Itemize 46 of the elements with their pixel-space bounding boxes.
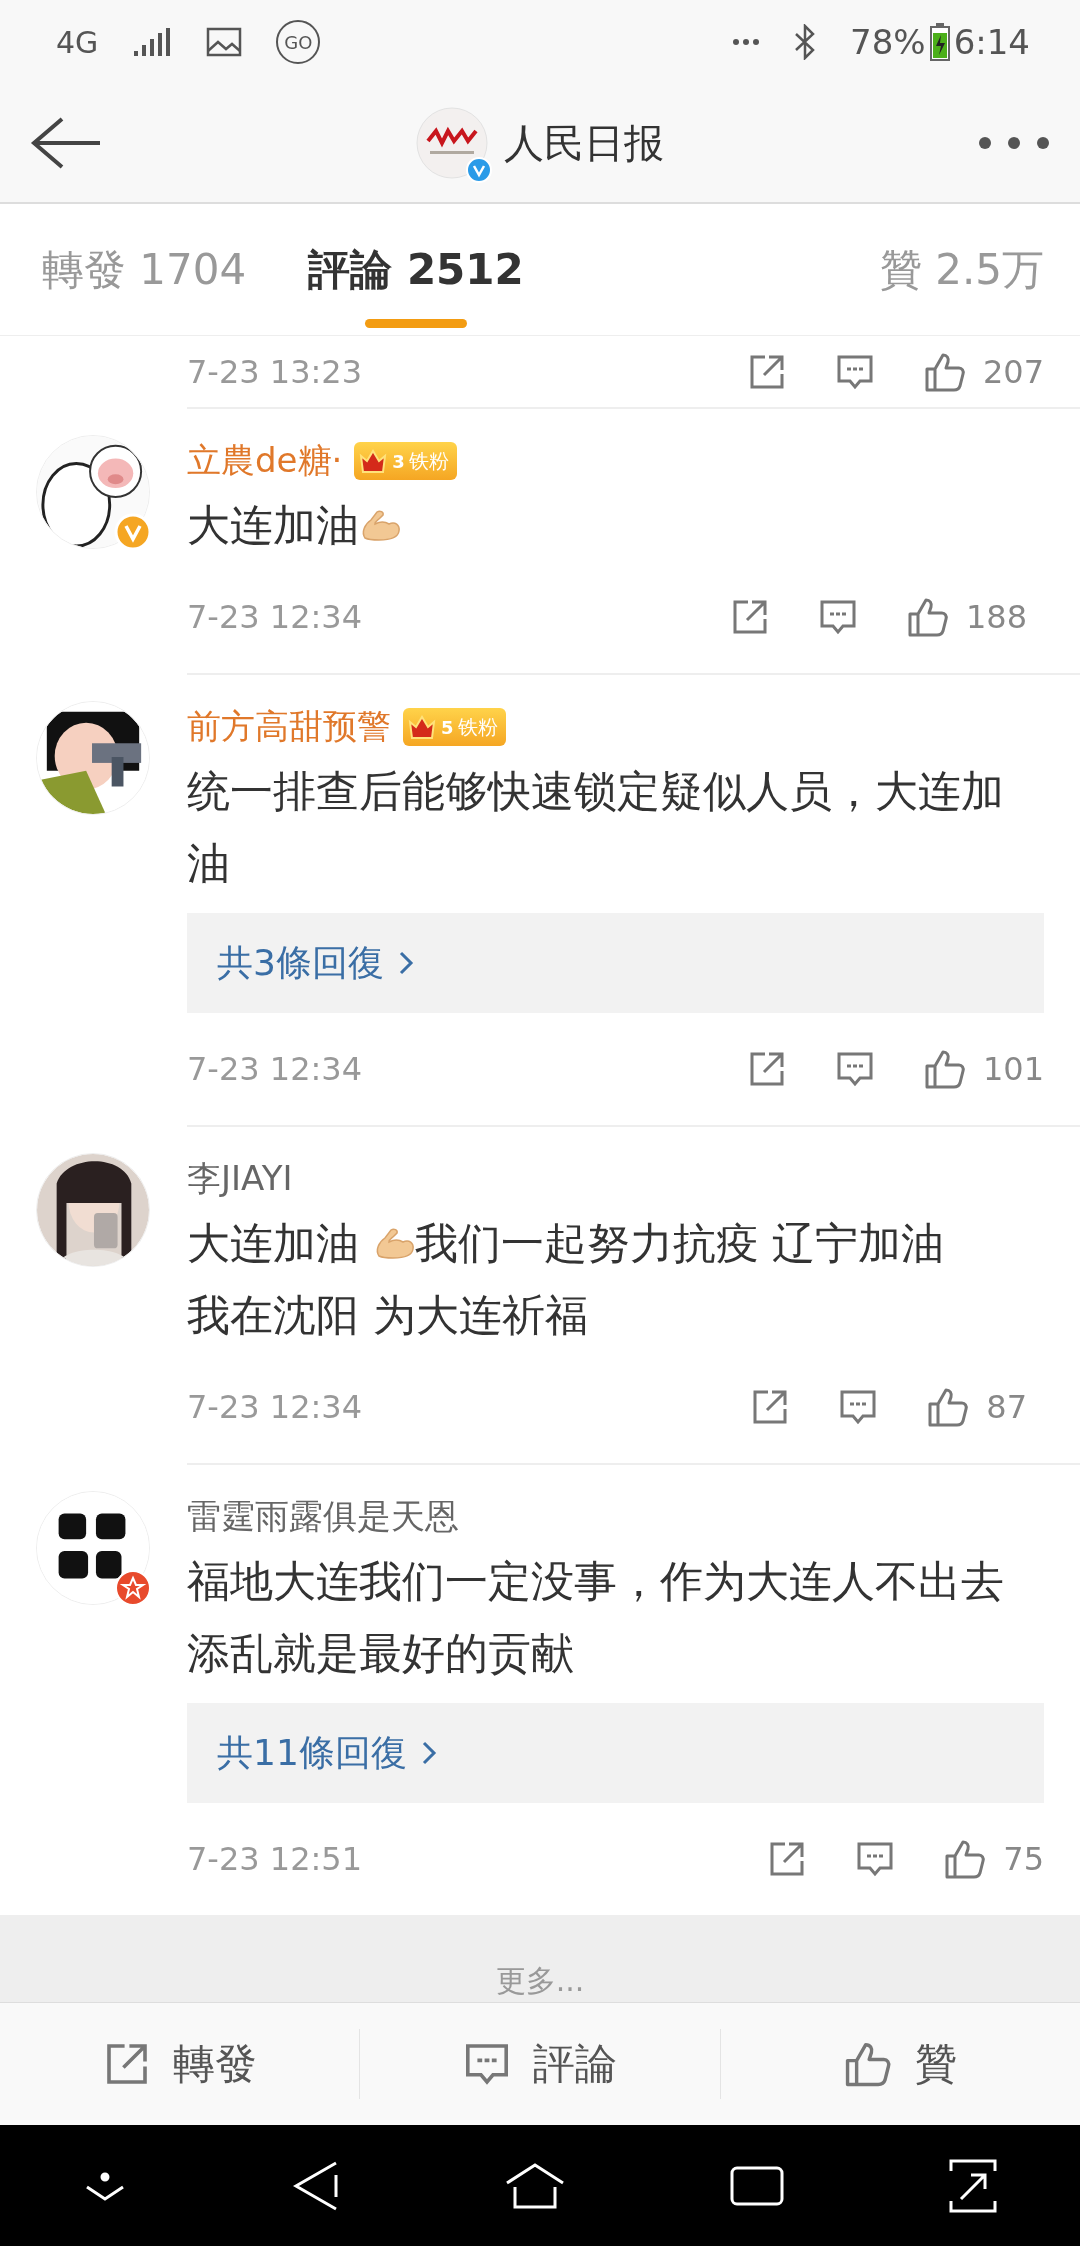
network-type: 4G bbox=[56, 24, 99, 60]
verified-badge-icon bbox=[466, 157, 492, 184]
account-title: 人民日报 bbox=[504, 118, 664, 168]
replies-link[interactable]: 共3條回復 bbox=[187, 913, 1044, 1014]
bluetooth-icon bbox=[794, 24, 817, 61]
more-options-icon[interactable] bbox=[978, 136, 1050, 151]
fan-label: 铁粉 bbox=[408, 447, 449, 475]
comment-text: 大连加油 我们一起努力抗疫 辽宁加油 我在沈阳 为大连祈福 bbox=[187, 1217, 946, 1343]
more-icon bbox=[732, 38, 761, 47]
fan-level: 5 bbox=[441, 716, 454, 738]
battery-percent: 78% bbox=[850, 22, 926, 63]
user-name[interactable]: 雷霆雨露俱是天恩 bbox=[187, 1494, 459, 1541]
comment-date: 7-23 12:34 bbox=[187, 598, 363, 637]
share-button[interactable]: 轉發 bbox=[0, 2028, 361, 2099]
home-icon[interactable] bbox=[504, 2162, 565, 2209]
like-button[interactable]: 贊 bbox=[720, 2028, 1080, 2099]
like-count: 207 bbox=[982, 352, 1044, 391]
comment-date: 7-23 12:51 bbox=[187, 1840, 363, 1879]
tab[interactable]: 轉發 1704 bbox=[42, 203, 247, 336]
user-name[interactable]: 李JIAYI bbox=[187, 1156, 293, 1203]
likes-tab[interactable]: 贊 2.5万 bbox=[879, 203, 1044, 336]
comment-text: 福地大连我们一定没事，作为大连人不出去添乱就是最好的贡献 bbox=[187, 1555, 1005, 1681]
replies-link[interactable]: 共11條回復 bbox=[187, 1703, 1044, 1804]
comment-text: 大连加油 bbox=[187, 489, 1027, 562]
comment-date: 7-23 12:34 bbox=[187, 1050, 363, 1089]
back-icon[interactable] bbox=[291, 2160, 340, 2211]
fan-level: 3 bbox=[392, 450, 405, 472]
comment-date: 7-23 12:34 bbox=[187, 1388, 363, 1427]
comment-text: 统一排查后能够快速锁定疑似人员，大连加油 bbox=[187, 765, 1005, 891]
fan-label: 铁粉 bbox=[457, 713, 498, 741]
like-count: 87 bbox=[986, 1388, 1027, 1427]
expand-icon[interactable] bbox=[949, 2158, 998, 2213]
go-icon: GO bbox=[276, 20, 321, 65]
user-name[interactable]: 立農de糖· bbox=[187, 438, 343, 485]
battery-charging-icon bbox=[929, 23, 950, 62]
clock: 6:14 bbox=[953, 22, 1030, 63]
user-name[interactable]: 前方高甜预警 bbox=[187, 704, 391, 751]
like-count: 101 bbox=[982, 1050, 1044, 1089]
like-count: 75 bbox=[1003, 1840, 1044, 1879]
comment-button[interactable]: 評論 bbox=[360, 2028, 721, 2099]
tab[interactable]: 評論 2512 bbox=[308, 203, 524, 336]
signal-icon bbox=[132, 27, 173, 58]
image-icon bbox=[206, 27, 243, 58]
more-link[interactable]: 更多... bbox=[495, 1960, 585, 2002]
like-count: 188 bbox=[965, 598, 1027, 637]
comment-date: 7-23 13:23 bbox=[187, 352, 363, 391]
